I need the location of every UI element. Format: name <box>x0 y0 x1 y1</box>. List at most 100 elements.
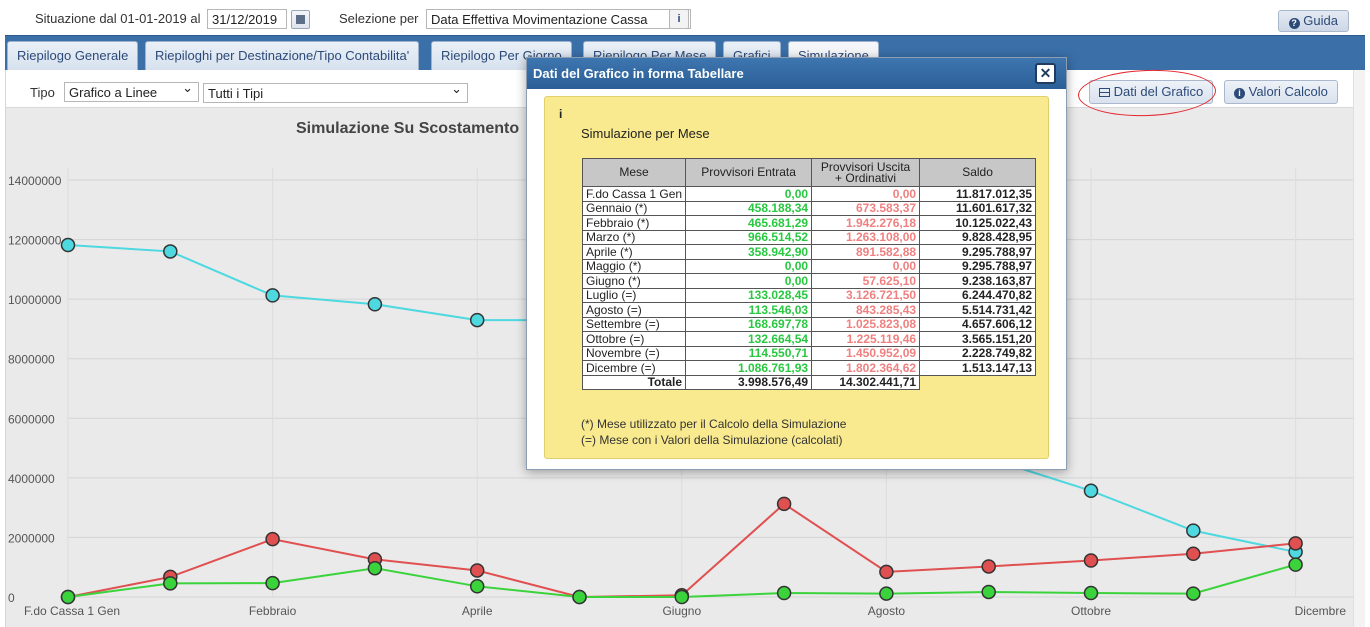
totale-entrata: 3.998.576,49 <box>685 374 813 390</box>
cell-entrata: 358.942,90 <box>685 244 813 260</box>
info-box: i Simulazione per Mese Mese Provvisori E… <box>544 96 1049 459</box>
info-icon[interactable]: i <box>669 9 689 29</box>
data-point <box>1186 546 1201 562</box>
data-point <box>1083 585 1099 601</box>
data-point <box>879 564 894 580</box>
selezione-label: Selezione per <box>339 11 419 26</box>
cell-saldo: 1.513.147,13 <box>919 360 1037 376</box>
cell-uscita: 1.025.823,08 <box>811 316 921 332</box>
data-point <box>1288 557 1303 572</box>
table-row: Febbraio (*) 465.681,29 1.942.276,18 10.125… <box>581 215 1037 231</box>
data-point <box>367 297 383 312</box>
table-row: Giugno (*) 0,00 57.625,10 9.238.163,87 <box>581 273 1037 289</box>
cell-saldo: 3.565.151,20 <box>919 331 1037 347</box>
table-row: Settembre (=) 168.697,78 1.025.823,08 4.657… <box>581 316 1037 332</box>
table-row: Novembre (=) 114.550,71 1.450.952,09 2.228.… <box>581 345 1037 361</box>
table-row: Ottobre (=) 132.664,54 1.225.119,46 3.565.1… <box>581 331 1037 347</box>
cell-uscita: 57.625,10 <box>811 273 921 289</box>
data-table: Mese Provvisori Entrata Provvisori Uscit… <box>581 158 1037 390</box>
data-point <box>163 244 178 259</box>
x-tick-label: Febbraio <box>249 604 297 618</box>
column-header: Saldo <box>919 158 1037 187</box>
tipo-select[interactable]: Grafico a Linee <box>64 80 199 102</box>
note-equal: (=) Mese con i Valori della Simulazione … <box>581 433 843 447</box>
cell-mese: Ottobre (=) <box>581 331 687 347</box>
totale-row: Totale 3.998.576,49 14.302.441,71 <box>581 374 1036 390</box>
x-tick-label: Ottobre <box>1071 604 1111 618</box>
cell-saldo: 9.295.788,97 <box>919 258 1037 274</box>
table-row: Luglio (=) 133.028,45 3.126.721,50 6.244.47… <box>581 287 1037 303</box>
y-tick-label: 14000000 <box>8 174 62 188</box>
tipi-select[interactable]: Tutti i Tipi <box>203 81 468 103</box>
column-header: Provvisori Uscita + Ordinativi <box>811 158 921 187</box>
cell-uscita: 1.942.276,18 <box>811 215 921 231</box>
x-tick-label: Agosto <box>868 604 906 618</box>
cell-mese: Dicembre (=) <box>581 360 687 376</box>
data-point <box>1186 586 1201 601</box>
cell-entrata: 113.546,03 <box>685 302 813 318</box>
cell-uscita: 1.225.119,46 <box>811 331 921 347</box>
cell-mese: F.do Cassa 1 Gen <box>581 186 687 202</box>
y-tick-label: 4000000 <box>8 472 55 486</box>
y-tick-label: 6000000 <box>8 412 55 426</box>
x-tick-label: Aprile <box>462 604 493 618</box>
info-icon: i <box>1234 88 1245 99</box>
x-tick-label: Dicembre <box>1295 604 1347 618</box>
cell-uscita: 843.285,43 <box>811 302 921 318</box>
chart-data-dialog: Dati del Grafico in forma Tabellare ✕ i … <box>526 57 1067 470</box>
cell-saldo: 9.238.163,87 <box>919 273 1037 289</box>
tipo-value: Grafico a Linee <box>69 85 158 100</box>
data-point <box>1186 523 1201 538</box>
cell-saldo: 5.514.731,42 <box>919 302 1037 318</box>
cell-saldo: 6.244.470,82 <box>919 287 1037 303</box>
cell-entrata: 0,00 <box>685 273 813 289</box>
tipo-label: Tipo <box>30 85 55 100</box>
calendar-icon[interactable] <box>291 10 310 29</box>
question-icon: ? <box>1288 18 1300 29</box>
cell-mese: Novembre (=) <box>581 345 687 361</box>
table-row: Gennaio (*) 458.188,34 673.583,37 11.601.61… <box>581 200 1037 216</box>
cell-saldo: 11.817.012,35 <box>919 186 1037 202</box>
tab-riepiloghi-destinazione[interactable]: Riepiloghi per Destinazione/Tipo Contabi… <box>145 41 420 71</box>
column-header: Mese <box>581 158 687 187</box>
cell-entrata: 168.697,78 <box>685 316 813 332</box>
cell-uscita: 0,00 <box>811 186 921 202</box>
cell-mese: Aprile (*) <box>581 244 687 260</box>
y-tick-label: 12000000 <box>8 234 62 248</box>
cell-mese: Agosto (=) <box>581 302 687 318</box>
data-point <box>265 288 280 303</box>
date-input[interactable]: 31/12/2019 <box>207 9 287 29</box>
data-point <box>981 559 996 574</box>
column-header: Provvisori Entrata <box>685 158 813 187</box>
y-tick-label: 10000000 <box>8 293 62 307</box>
table-row: Marzo (*) 966.514,52 1.263.108,00 9.828.428… <box>581 229 1037 245</box>
data-point <box>469 312 485 328</box>
cell-saldo: 10.125.022,43 <box>919 215 1037 231</box>
data-point <box>776 496 792 512</box>
data-point <box>469 579 485 594</box>
data-point <box>469 563 485 578</box>
data-point <box>981 584 996 600</box>
data-point <box>1083 553 1099 568</box>
cell-entrata: 133.028,45 <box>685 287 813 303</box>
data-point <box>265 531 280 547</box>
data-point <box>1288 536 1303 551</box>
close-icon[interactable]: ✕ <box>1035 63 1056 84</box>
tab-riepilogo-generale[interactable]: Riepilogo Generale <box>7 41 139 71</box>
cell-mese: Maggio (*) <box>581 258 687 274</box>
cell-uscita: 891.582,88 <box>811 244 921 260</box>
data-point <box>60 237 76 253</box>
guida-button[interactable]: ? Guida <box>1277 10 1349 32</box>
valori-calcolo-button[interactable]: i Valori Calcolo <box>1224 80 1338 104</box>
data-point <box>367 560 383 576</box>
scrollbar[interactable] <box>1353 70 1365 627</box>
data-point <box>265 575 280 591</box>
tipi-value: Tutti i Tipi <box>208 86 264 101</box>
data-point <box>879 586 894 601</box>
table-row: Maggio (*) 0,00 0,00 9.295.788,97 <box>581 258 1037 274</box>
cell-mese: Luglio (=) <box>581 287 687 303</box>
table-subtitle: Simulazione per Mese <box>581 126 710 141</box>
cell-mese: Settembre (=) <box>581 316 687 332</box>
data-point <box>674 589 690 605</box>
selezione-select[interactable]: Data Effettiva Movimentazione Cassa <box>426 7 691 29</box>
